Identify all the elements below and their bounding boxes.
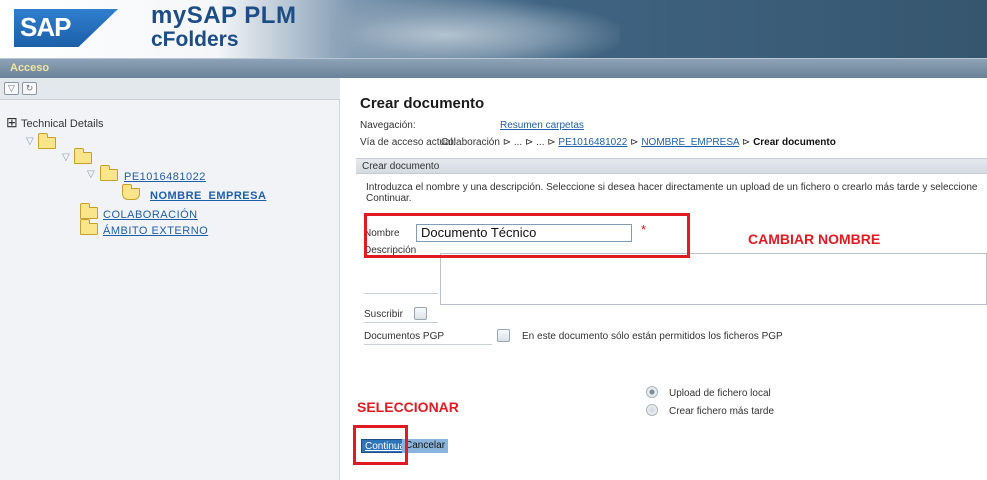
breadcrumb-prefix: Colaboración ⊳ ... ⊳ ... ⊳ [441, 137, 559, 148]
resumen-carpetas-link[interactable]: Resumen carpetas [500, 120, 584, 131]
technical-details-icon: ⊞ [6, 114, 18, 130]
suscribir-checkbox[interactable] [414, 307, 427, 320]
folder-icon[interactable] [79, 203, 98, 219]
divider [364, 344, 492, 345]
tree-node-ambito[interactable]: ÁMBITO EXTERNO [103, 225, 208, 237]
tree-toolbar: ▽ ↻ [0, 78, 340, 100]
suscribir-label: Suscribir [364, 309, 403, 320]
radio-later[interactable] [646, 404, 658, 416]
tree-refresh-icon[interactable]: ↻ [22, 82, 37, 95]
breadcrumb-separator: ⊳ [627, 137, 642, 148]
instructions-text: Introduzca el nombre y una descripción. … [366, 182, 978, 204]
radio-upload[interactable] [646, 386, 658, 398]
cancelar-button[interactable]: Cancelar [402, 439, 449, 453]
open-folder-icon[interactable] [121, 184, 140, 200]
product-subtitle: cFolders [151, 28, 239, 51]
radio-later-label: Crear fichero más tarde [669, 406, 775, 417]
annotation-box-nombre [364, 213, 690, 258]
header-banner-image [330, 0, 620, 58]
expand-icon[interactable]: ▽ [26, 136, 34, 147]
tree-collapse-icon[interactable]: ▽ [4, 82, 19, 95]
page-title: Crear documento [360, 95, 485, 112]
annotation-seleccionar: SELECCIONAR [357, 399, 459, 415]
pgp-checkbox[interactable] [497, 329, 510, 342]
folder-icon[interactable] [73, 148, 92, 164]
navigation-tree-panel: ▽ ↻ ⊞ Technical Details ▽ ▽ ▽ PE10164810… [0, 78, 340, 480]
expand-icon[interactable]: ▽ [62, 152, 70, 163]
tree-node-pe[interactable]: PE1016481022 [124, 171, 206, 183]
annotation-box-continuar [353, 425, 408, 465]
product-title: mySAP PLM [151, 2, 297, 29]
navegacion-label: Navegación: [360, 120, 416, 131]
expand-icon[interactable]: ▽ [87, 169, 95, 180]
radio-upload-label: Upload de fichero local [669, 388, 771, 399]
folder-icon[interactable] [79, 219, 98, 235]
breadcrumb-current: Crear documento [753, 137, 836, 148]
app-header: SAP mySAP PLM cFolders [0, 0, 987, 58]
divider [364, 322, 438, 323]
nav-acceso-link[interactable]: Acceso [10, 62, 49, 74]
tree-node-colaboracion[interactable]: COLABORACIÓN [103, 209, 198, 221]
breadcrumb: Colaboración ⊳ ... ⊳ ... ⊳ PE1016481022 … [441, 137, 836, 148]
divider [364, 293, 438, 294]
breadcrumb-separator: ⊳ [739, 137, 754, 148]
annotation-cambiar-nombre: CAMBIAR NOMBRE [748, 231, 881, 247]
breadcrumb-link-pe[interactable]: PE1016481022 [558, 137, 627, 148]
main-content: Crear documento Navegación: Resumen carp… [352, 78, 987, 480]
nav-bar: Acceso [0, 58, 987, 78]
breadcrumb-link-empresa[interactable]: NOMBRE_EMPRESA [641, 137, 739, 148]
folder-icon[interactable] [37, 133, 56, 149]
folder-icon[interactable] [99, 165, 118, 181]
sap-logo: SAP [14, 9, 118, 47]
tree-root-label[interactable]: Technical Details [21, 118, 104, 130]
descripcion-textarea[interactable] [440, 253, 987, 305]
tree-node-empresa[interactable]: NOMBRE_EMPRESA [150, 190, 266, 202]
pgp-note: En este documento sólo están permitidos … [522, 331, 783, 342]
pgp-label: Documentos PGP [364, 331, 445, 342]
section-title: Crear documento [362, 161, 440, 172]
section-header: Crear documento [356, 158, 987, 174]
